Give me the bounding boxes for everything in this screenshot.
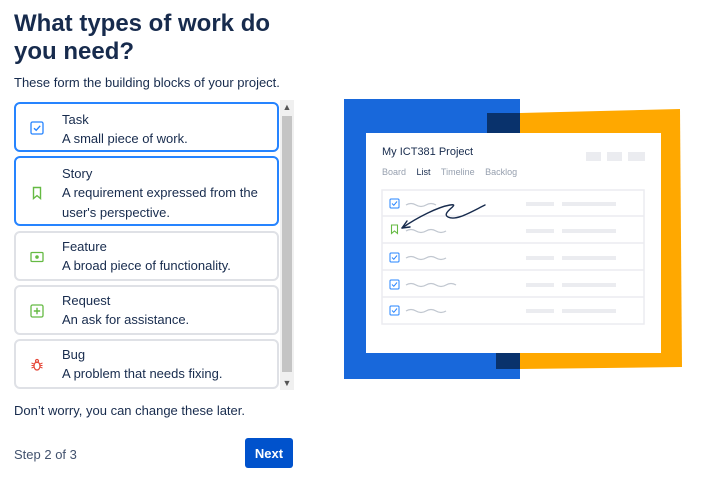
- illustration-tab-list: List: [416, 167, 431, 177]
- step-indicator: Step 2 of 3: [14, 447, 77, 462]
- work-type-bug[interactable]: Bug A problem that needs fixing.: [14, 339, 279, 389]
- work-type-request[interactable]: Request An ask for assistance.: [14, 285, 279, 335]
- work-type-feature[interactable]: Feature A broad piece of functionality.: [14, 231, 279, 281]
- work-type-name: Request: [62, 293, 111, 308]
- work-type-description: An ask for assistance.: [62, 312, 190, 327]
- list-scrollbar[interactable]: ▲ ▼: [280, 100, 294, 390]
- next-button[interactable]: Next: [245, 438, 293, 468]
- work-type-name: Bug: [62, 347, 86, 362]
- reassurance-note: Don’t worry, you can change these later.: [14, 403, 245, 418]
- illustration-tab-timeline: Timeline: [440, 167, 475, 177]
- project-illustration: My ICT381 Project Board List Timeline Ba…: [344, 99, 684, 379]
- work-type-description: A broad piece of functionality.: [62, 258, 231, 273]
- work-type-name: Task: [62, 112, 89, 127]
- illustration-tab-backlog: Backlog: [485, 167, 518, 177]
- work-type-name: Feature: [62, 239, 107, 254]
- work-type-description: A small piece of work.: [62, 131, 188, 146]
- navy-accent-bottom: [496, 353, 520, 369]
- navy-accent-top: [487, 113, 520, 135]
- request-icon: [30, 304, 44, 318]
- task-icon: [30, 121, 44, 135]
- work-type-name: Story: [62, 166, 93, 181]
- scroll-thumb[interactable]: [282, 116, 292, 372]
- work-type-list: Task A small piece of work. Story A requ…: [14, 100, 294, 390]
- story-icon: [32, 186, 42, 200]
- scroll-down-arrow-icon[interactable]: ▼: [280, 376, 294, 390]
- bug-icon: [31, 358, 43, 371]
- page-title: What types of work do you need?: [14, 10, 271, 65]
- scroll-up-arrow-icon[interactable]: ▲: [280, 100, 294, 114]
- page-subtitle: These form the building blocks of your p…: [14, 75, 280, 90]
- work-type-story[interactable]: Story A requirement expressed from the u…: [14, 156, 279, 226]
- work-type-task[interactable]: Task A small piece of work.: [14, 102, 279, 152]
- illustration-tab-board: Board: [382, 167, 407, 177]
- illustration-project-title: My ICT381 Project: [382, 146, 474, 158]
- feature-icon: [30, 251, 44, 263]
- illustration-tabs: Board List Timeline Backlog: [382, 167, 525, 177]
- work-type-description: A problem that needs fixing.: [62, 366, 223, 381]
- work-type-description: A requirement expressed from the user's …: [62, 185, 258, 220]
